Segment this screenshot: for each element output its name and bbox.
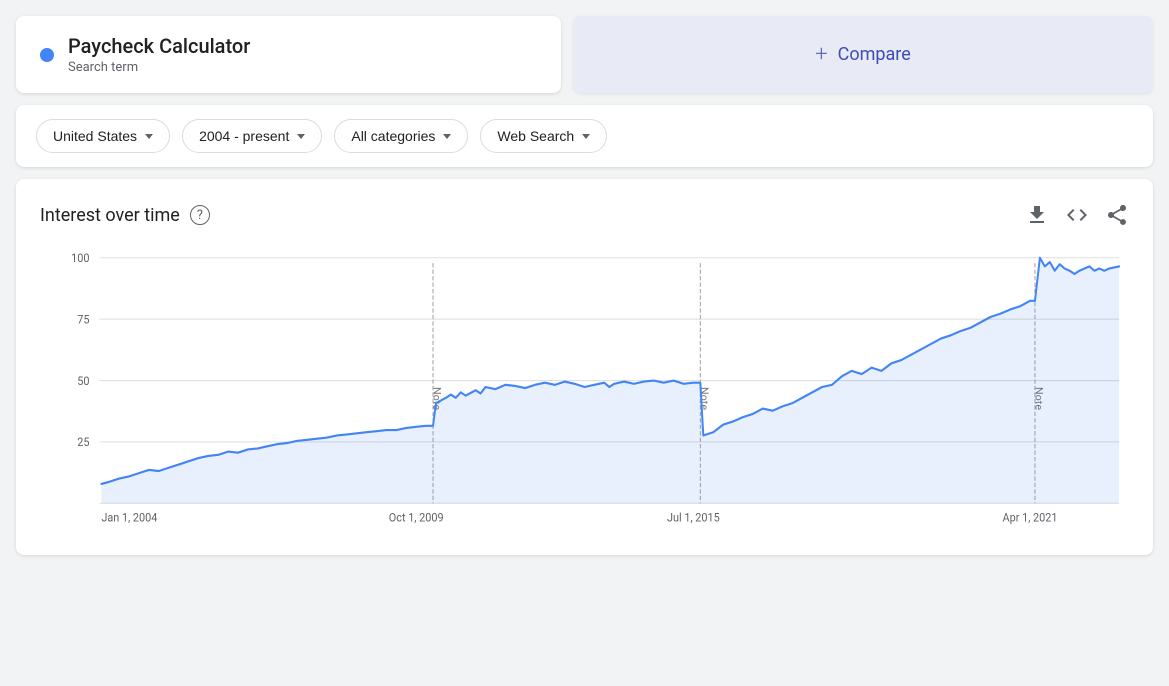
- region-filter-chevron-icon: [145, 134, 153, 139]
- chart-title-area: Interest over time ?: [40, 205, 210, 226]
- compare-label: Compare: [838, 44, 911, 65]
- category-filter-chevron-icon: [443, 134, 451, 139]
- search-type-filter[interactable]: Web Search: [480, 119, 607, 153]
- compare-card[interactable]: + Compare: [573, 16, 1153, 93]
- plus-icon: +: [815, 42, 827, 67]
- search-term-text: Paycheck Calculator Search term: [68, 34, 250, 75]
- chart-title: Interest over time: [40, 205, 180, 226]
- chart-card: Interest over time ?: [16, 179, 1153, 555]
- category-filter[interactable]: All categories: [334, 119, 468, 153]
- svg-text:Jul 1, 2015: Jul 1, 2015: [667, 510, 720, 525]
- help-icon[interactable]: ?: [190, 205, 210, 225]
- svg-text:Apr 1, 2021: Apr 1, 2021: [1003, 510, 1058, 525]
- svg-text:Jan 1, 2004: Jan 1, 2004: [101, 510, 158, 525]
- svg-text:75: 75: [77, 312, 89, 327]
- category-filter-label: All categories: [351, 128, 435, 144]
- search-compare-row: Paycheck Calculator Search term + Compar…: [16, 16, 1153, 93]
- search-type-filter-chevron-icon: [582, 134, 590, 139]
- region-filter-label: United States: [53, 128, 137, 144]
- svg-text:100: 100: [71, 251, 89, 266]
- svg-text:50: 50: [77, 373, 89, 388]
- search-type-filter-label: Web Search: [497, 128, 574, 144]
- filter-row: United States 2004 - present All categor…: [16, 105, 1153, 167]
- svg-text:25: 25: [77, 435, 89, 450]
- share-icon[interactable]: [1105, 203, 1129, 227]
- interest-over-time-chart: 100 75 50 25 Note Note Note: [40, 247, 1129, 527]
- time-filter-label: 2004 - present: [199, 128, 289, 144]
- chart-actions: [1025, 203, 1129, 227]
- search-term-dot: [40, 48, 54, 62]
- region-filter[interactable]: United States: [36, 119, 170, 153]
- time-filter[interactable]: 2004 - present: [182, 119, 322, 153]
- embed-code-icon[interactable]: [1065, 203, 1089, 227]
- search-term-card: Paycheck Calculator Search term: [16, 16, 561, 93]
- search-term-label: Paycheck Calculator: [68, 34, 250, 58]
- svg-text:Oct 1, 2009: Oct 1, 2009: [389, 510, 444, 525]
- download-icon[interactable]: [1025, 203, 1049, 227]
- chart-container: 100 75 50 25 Note Note Note: [40, 247, 1129, 531]
- search-term-type: Search term: [68, 60, 250, 75]
- time-filter-chevron-icon: [297, 134, 305, 139]
- chart-header: Interest over time ?: [40, 203, 1129, 227]
